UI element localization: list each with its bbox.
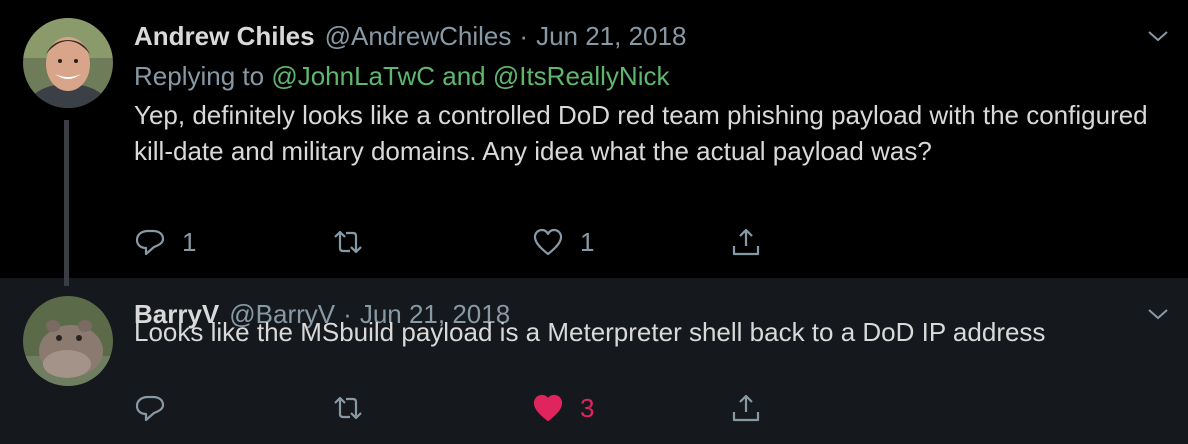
mention-link[interactable]: @JohnLaTwC and @ItsReallyNick (271, 61, 669, 91)
like-count: 3 (580, 392, 595, 423)
tweet[interactable]: Andrew Chiles @AndrewChiles · Jun 21, 2018 … (0, 0, 1188, 286)
tweet-text: Looks like the MSbuild payload is a Mete… (134, 317, 1046, 347)
tweet-text: Yep, definitely looks like a controlled … (134, 100, 1148, 166)
heart-icon (532, 392, 564, 424)
tweet[interactable]: BarryV @BarryV · Jun 21, 2018 Looks like th… (0, 278, 1188, 444)
share-button[interactable] (730, 224, 762, 260)
retweet-icon (332, 226, 364, 258)
avatar[interactable] (23, 296, 113, 386)
like-button[interactable]: 1 (532, 224, 594, 260)
author-name[interactable]: Andrew Chiles (134, 21, 315, 51)
share-button[interactable] (730, 390, 762, 426)
author-handle[interactable]: @AndrewChiles (325, 21, 512, 51)
share-icon (730, 226, 762, 258)
share-icon (730, 392, 762, 424)
reply-button[interactable] (134, 390, 182, 426)
retweet-button[interactable] (332, 224, 380, 260)
heart-icon (532, 226, 564, 258)
like-button[interactable]: 3 (532, 390, 594, 426)
reply-button[interactable]: 1 (134, 224, 196, 260)
retweet-button[interactable] (332, 390, 380, 426)
separator-dot: · (519, 21, 529, 51)
like-count: 1 (580, 226, 595, 257)
reply-count: 1 (182, 226, 197, 257)
thread-line (64, 120, 69, 286)
reply-icon (134, 392, 166, 424)
avatar[interactable] (23, 18, 113, 108)
replying-prefix: Replying to (134, 61, 265, 91)
replying-to: Replying to @JohnLaTwC and @ItsReallyNic… (134, 58, 669, 94)
reply-icon (134, 226, 166, 258)
chevron-down-icon[interactable] (1146, 24, 1170, 48)
retweet-icon (332, 392, 364, 424)
tweet-header: Andrew Chiles @AndrewChiles · Jun 21, 2018 (134, 18, 686, 54)
tweet-date[interactable]: Jun 21, 2018 (536, 21, 686, 51)
